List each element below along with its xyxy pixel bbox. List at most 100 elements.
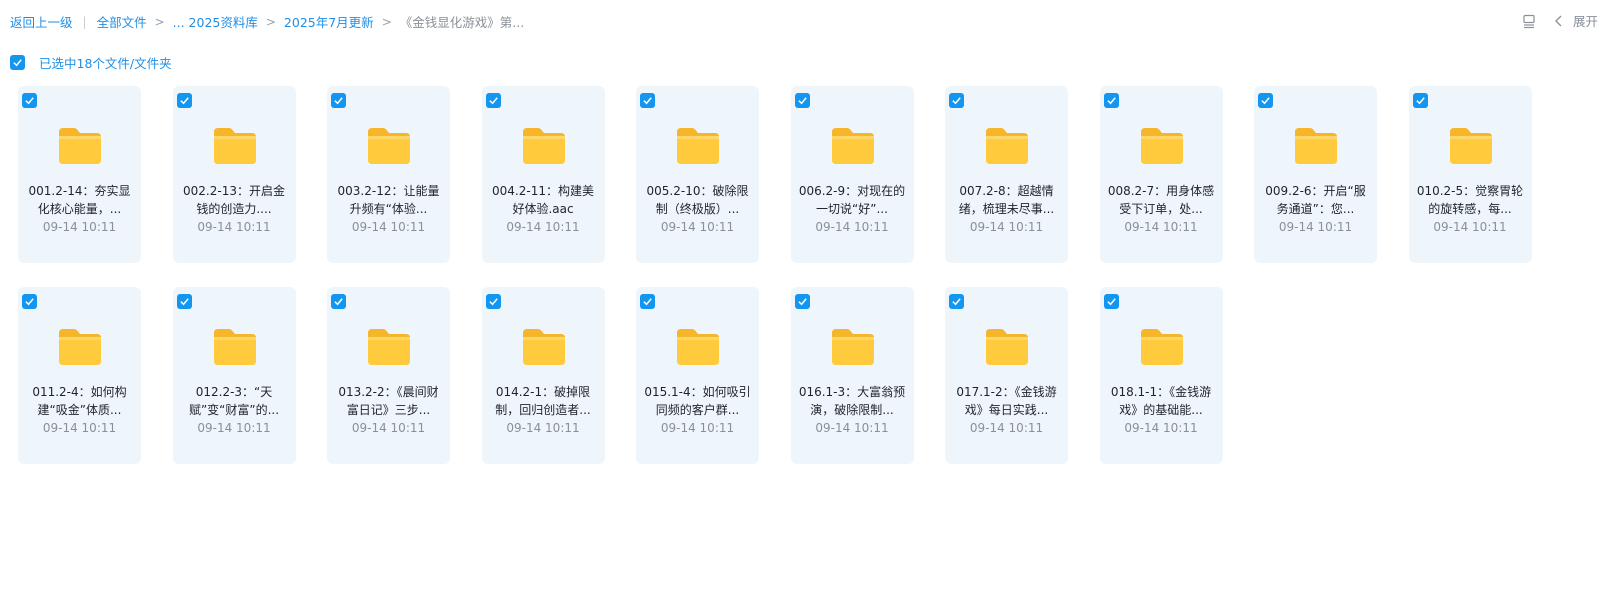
file-grid: 001.2-14：夯实显化核心能量，... 09-14 10:11 002.2-13… xyxy=(18,86,1538,464)
file-checkbox[interactable] xyxy=(640,93,655,108)
file-card[interactable]: 001.2-14：夯实显化核心能量，... 09-14 10:11 xyxy=(18,86,141,263)
file-name: 014.2-1：破掉限制，回归创造者... xyxy=(495,385,591,417)
file-checkbox[interactable] xyxy=(485,294,501,309)
check-icon xyxy=(1106,97,1116,105)
folder-icon xyxy=(1140,128,1183,164)
file-checkbox[interactable] xyxy=(794,93,810,108)
check-icon xyxy=(643,97,652,105)
file-checkbox[interactable] xyxy=(176,294,192,309)
file-modified-time: 09-14 10:11 xyxy=(197,220,271,234)
file-card[interactable]: 008.2-7：用身体感受下订单，处... 09-14 10:11 xyxy=(1099,86,1223,263)
file-card[interactable]: 011.2-4：如何构建“吸金”体质... 09-14 10:11 xyxy=(18,287,141,464)
file-checkbox[interactable] xyxy=(331,294,346,309)
file-name: 016.1-3：大富翁预演，破除限制... xyxy=(798,385,906,417)
file-checkbox[interactable] xyxy=(949,294,964,309)
folder-icon xyxy=(59,128,101,164)
check-icon xyxy=(1261,97,1270,105)
file-modified-time: 09-14 10:11 xyxy=(506,421,580,435)
file-checkbox[interactable] xyxy=(1258,93,1273,108)
file-modified-time: 09-14 10:11 xyxy=(1124,220,1198,234)
file-name: 009.2-6：开启“服务通道”：您... xyxy=(1265,184,1366,216)
file-name: 012.2-3：“天赋”变“财富”的... xyxy=(188,385,280,417)
selection-count-label: 已选中18个文件/文件夹 xyxy=(39,56,172,71)
folder-icon xyxy=(677,329,719,365)
breadcrumb-divider: | xyxy=(82,14,87,29)
check-icon xyxy=(488,97,498,105)
file-checkbox[interactable] xyxy=(640,294,655,309)
file-modified-time: 09-14 10:11 xyxy=(506,220,580,234)
file-checkbox[interactable] xyxy=(22,93,37,108)
breadcrumb-separator-icon: > xyxy=(154,14,165,29)
file-card[interactable]: 012.2-3：“天赋”变“财富”的... 09-14 10:11 xyxy=(172,287,296,464)
folder-icon xyxy=(522,329,565,365)
file-name: 003.2-12：让能量升频有“体验... xyxy=(337,184,440,216)
file-name: 018.1-1：《金钱游戏》的基础能... xyxy=(1110,385,1212,417)
expand-label: 展开 xyxy=(1572,14,1598,29)
file-modified-time: 09-14 10:11 xyxy=(660,421,735,435)
breadcrumb-item-july-update[interactable]: 2025年7月更新 xyxy=(284,12,374,31)
folder-icon xyxy=(1140,329,1183,365)
folder-icon xyxy=(986,329,1028,365)
file-checkbox[interactable] xyxy=(176,93,192,108)
file-card[interactable]: 003.2-12：让能量升频有“体验... 09-14 10:11 xyxy=(327,86,450,263)
file-modified-time: 09-14 10:11 xyxy=(1278,220,1353,234)
file-name: 015.1-4：如何吸引同频的客户群... xyxy=(644,385,751,417)
file-checkbox[interactable] xyxy=(22,294,37,309)
file-card[interactable]: 013.2-2：《晨间财富日记》三步... 09-14 10:11 xyxy=(327,287,450,464)
file-name: 008.2-7：用身体感受下订单，处... xyxy=(1107,184,1215,216)
file-card[interactable]: 005.2-10：破除限制（终极版）... 09-14 10:11 xyxy=(636,86,759,263)
folder-icon xyxy=(368,329,410,365)
right-tools: 展开 xyxy=(1521,11,1598,30)
file-checkbox[interactable] xyxy=(949,93,964,108)
folder-icon xyxy=(986,128,1028,164)
file-card[interactable]: 014.2-1：破掉限制，回归创造者... 09-14 10:11 xyxy=(481,287,605,464)
file-card[interactable]: 009.2-6：开启“服务通道”：您... 09-14 10:11 xyxy=(1254,86,1377,263)
list-view-icon[interactable] xyxy=(1521,13,1537,29)
check-icon xyxy=(179,97,189,105)
check-icon xyxy=(952,97,961,105)
folder-icon xyxy=(59,329,101,365)
check-icon xyxy=(25,298,34,306)
file-card[interactable]: 007.2-8：超越情绪，梳理未尽事... 09-14 10:11 xyxy=(945,86,1068,263)
file-card[interactable]: 018.1-1：《金钱游戏》的基础能... 09-14 10:11 xyxy=(1099,287,1223,464)
check-icon xyxy=(334,97,343,105)
back-link[interactable]: 返回上一级 xyxy=(10,12,73,31)
breadcrumb-current: 《金钱显化游戏》第... xyxy=(399,15,525,30)
file-modified-time: 09-14 10:11 xyxy=(351,421,426,435)
breadcrumb-item-library[interactable]: ... 2025资料库 xyxy=(173,12,258,31)
select-all-checkbox[interactable] xyxy=(10,55,25,70)
file-name: 006.2-9：对现在的一切说“好”... xyxy=(798,184,906,216)
file-name: 002.2-13：开启金钱的创造力.... xyxy=(183,184,285,216)
file-checkbox[interactable] xyxy=(1412,93,1428,108)
file-checkbox[interactable] xyxy=(794,294,810,309)
folder-icon xyxy=(831,128,874,164)
folder-icon xyxy=(677,128,719,164)
check-icon xyxy=(25,97,34,105)
file-card[interactable]: 017.1-2：《金钱游戏》每日实践... 09-14 10:11 xyxy=(945,287,1068,464)
folder-icon xyxy=(1295,128,1337,164)
file-checkbox[interactable] xyxy=(1103,294,1119,309)
check-icon xyxy=(334,298,343,306)
breadcrumb-separator-icon: > xyxy=(265,14,276,29)
file-modified-time: 09-14 10:11 xyxy=(42,421,117,435)
folder-icon xyxy=(213,128,256,164)
file-card[interactable]: 006.2-9：对现在的一切说“好”... 09-14 10:11 xyxy=(790,86,914,263)
check-icon xyxy=(952,298,961,306)
folder-icon xyxy=(522,128,565,164)
folder-icon xyxy=(831,329,874,365)
breadcrumb-item-all-files[interactable]: 全部文件 xyxy=(97,12,147,31)
file-card[interactable]: 002.2-13：开启金钱的创造力.... 09-14 10:11 xyxy=(172,86,296,263)
check-icon xyxy=(13,59,22,67)
file-checkbox[interactable] xyxy=(1103,93,1119,108)
file-card[interactable]: 004.2-11：构建美好体验.aac 09-14 10:11 xyxy=(481,86,605,263)
file-card[interactable]: 016.1-3：大富翁预演，破除限制... 09-14 10:11 xyxy=(790,287,914,464)
check-icon xyxy=(797,97,807,105)
file-checkbox[interactable] xyxy=(331,93,346,108)
file-card[interactable]: 010.2-5：觉察胃轮的旋转感，每... 09-14 10:11 xyxy=(1408,86,1532,263)
folder-icon xyxy=(368,128,410,164)
file-modified-time: 09-14 10:11 xyxy=(42,220,117,234)
expand-button[interactable]: 展开 xyxy=(1551,11,1598,30)
file-checkbox[interactable] xyxy=(485,93,501,108)
file-card[interactable]: 015.1-4：如何吸引同频的客户群... 09-14 10:11 xyxy=(636,287,759,464)
check-icon xyxy=(1415,97,1425,105)
